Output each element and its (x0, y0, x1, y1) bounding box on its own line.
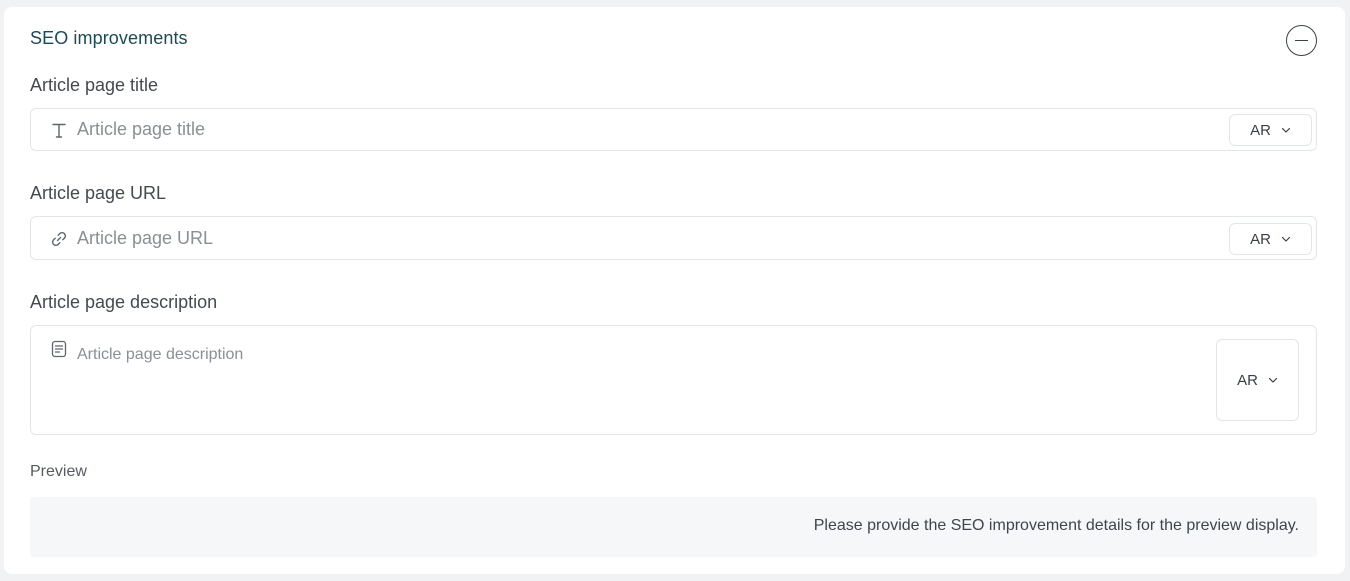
chevron-down-icon (1268, 377, 1278, 383)
section-title: SEO improvements (30, 28, 188, 48)
url-lang-select[interactable]: AR (1229, 223, 1312, 255)
preview-panel: Please provide the SEO improvement detai… (30, 497, 1317, 557)
description-input[interactable] (77, 346, 1177, 400)
description-lang-select[interactable]: AR (1216, 339, 1299, 421)
chevron-down-icon (1281, 127, 1291, 133)
url-input[interactable] (77, 228, 1177, 249)
chevron-down-icon (1281, 236, 1291, 242)
preview-label: Preview (30, 463, 87, 480)
lang-value: AR (1250, 121, 1271, 139)
seo-card: SEO improvements Article page title AR A… (4, 7, 1345, 574)
text-icon (49, 120, 69, 140)
title-input[interactable] (77, 119, 1177, 140)
lang-value: AR (1237, 371, 1258, 389)
description-field[interactable]: AR (30, 325, 1317, 435)
link-icon (49, 229, 69, 249)
lang-value: AR (1250, 230, 1271, 248)
url-label: Article page URL (30, 183, 167, 203)
title-lang-select[interactable]: AR (1229, 114, 1312, 146)
url-field[interactable]: AR (30, 216, 1317, 260)
document-icon (49, 339, 69, 359)
collapse-button[interactable] (1286, 25, 1317, 56)
preview-message: Please provide the SEO improvement detai… (813, 517, 1299, 534)
title-field[interactable]: AR (30, 108, 1317, 151)
description-label: Article page description (30, 292, 218, 312)
minus-icon (1295, 39, 1308, 42)
title-label: Article page title (30, 75, 159, 95)
